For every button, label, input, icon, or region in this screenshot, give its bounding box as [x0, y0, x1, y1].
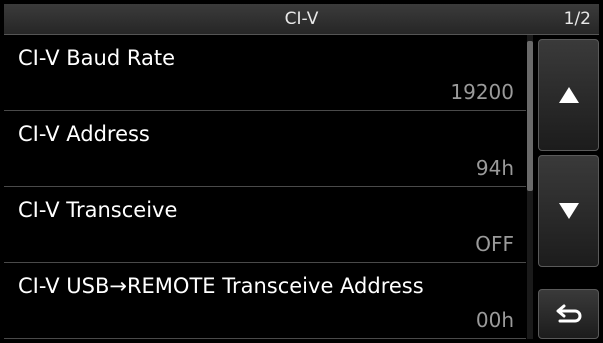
scrollbar-thumb[interactable]: [527, 41, 533, 191]
list-item-civ-baud-rate[interactable]: CI-V Baud Rate 19200: [4, 35, 526, 111]
back-button[interactable]: [538, 289, 599, 339]
page-title: CI-V: [284, 9, 319, 29]
list-item-value: 19200: [450, 80, 514, 104]
page-indicator: 1/2: [563, 9, 591, 29]
list-item-civ-transceive[interactable]: CI-V Transceive OFF: [4, 187, 526, 263]
return-arrow-icon: [556, 304, 581, 323]
list-item-value: 94h: [475, 156, 514, 180]
list-item-civ-address[interactable]: CI-V Address 94h: [4, 111, 526, 187]
screen: CI-V 1/2 CI-V Baud Rate 19200 CI-V Addre…: [4, 4, 599, 339]
list-item-value: OFF: [475, 232, 514, 256]
scrollbar[interactable]: [527, 35, 533, 339]
list-item-civ-usb-remote-transceive-address[interactable]: CI-V USB→REMOTE Transceive Address 00h: [4, 263, 526, 339]
list-item-value: 00h: [475, 308, 514, 332]
list-item-label: CI-V Address: [18, 122, 150, 146]
triangle-down-icon: [558, 203, 579, 219]
list-item-label: CI-V Transceive: [18, 198, 178, 222]
triangle-up-icon: [558, 87, 579, 103]
list-item-label: CI-V USB→REMOTE Transceive Address: [18, 274, 424, 298]
list-item-label: CI-V Baud Rate: [18, 46, 175, 70]
title-bar: CI-V 1/2: [4, 4, 599, 35]
scroll-down-button[interactable]: [538, 155, 599, 267]
settings-list: CI-V Baud Rate 19200 CI-V Address 94h CI…: [4, 35, 526, 339]
scroll-up-button[interactable]: [538, 39, 599, 151]
